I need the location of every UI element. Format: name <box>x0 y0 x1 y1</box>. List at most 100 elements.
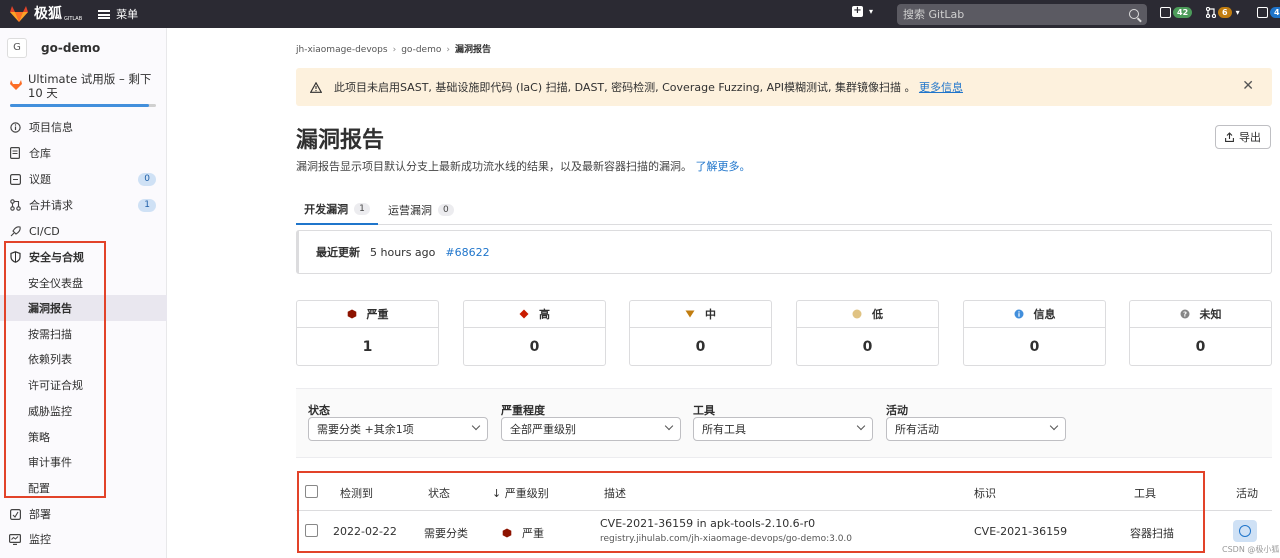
export-button[interactable]: 导出 <box>1215 125 1271 149</box>
project-header[interactable]: G go-demo <box>0 28 166 68</box>
issues-count-badge: 0 <box>138 172 156 186</box>
status-dropdown[interactable]: 需要分类 +其余1项 <box>308 417 488 441</box>
severity-dropdown[interactable]: 全部严重级别 <box>501 417 681 441</box>
severity-card-high: 高 0 <box>463 300 606 366</box>
highlight-box-security <box>4 241 106 498</box>
dropdown-value: 所有活动 <box>895 423 939 436</box>
mr-count: 6 <box>1218 7 1232 18</box>
sidebar-item-label: 议题 <box>29 173 51 186</box>
close-icon[interactable]: ✕ <box>1242 79 1254 93</box>
hamburger-icon <box>98 9 111 19</box>
activity-button[interactable] <box>1233 520 1257 542</box>
menu-label: 菜单 <box>116 8 139 21</box>
filter-activity: 活动 所有活动 <box>886 402 1066 441</box>
todos-nav[interactable]: 48 <box>1257 7 1280 18</box>
severity-card-low: 低 0 <box>796 300 939 366</box>
sidebar-item-deployments[interactable]: 部署 <box>0 501 167 527</box>
top-navbar: 极狐 GITLAB 菜单 + ▾ 42 6 ▾ 48 <box>0 0 1280 28</box>
search-input[interactable] <box>903 8 1113 21</box>
brand-name: 极狐 <box>34 6 62 22</box>
gitlab-logo[interactable]: 极狐 GITLAB <box>10 6 82 22</box>
pipeline-link[interactable]: #68622 <box>445 246 489 259</box>
alert-text: 此项目未启用SAST, 基础设施即代码 (IaC) 扫描, DAST, 密码检测… <box>334 81 916 94</box>
sidebar-item-label: 仓库 <box>29 147 51 160</box>
filter-label: 工具 <box>693 404 715 417</box>
search-box[interactable] <box>897 4 1147 25</box>
severity-low-icon <box>852 309 862 319</box>
tab-label: 运营漏洞 <box>388 204 432 217</box>
filter-tool: 工具 所有工具 <box>693 402 873 441</box>
severity-label: 低 <box>872 308 883 321</box>
deploy-icon <box>9 508 21 520</box>
rocket-icon <box>9 225 21 237</box>
alert-message: 此项目未启用SAST, 基础设施即代码 (IaC) 扫描, DAST, 密码检测… <box>334 79 963 95</box>
chevron-down-icon: ▾ <box>869 7 874 16</box>
tab-development[interactable]: 开发漏洞 1 <box>296 195 378 225</box>
new-dropdown[interactable]: + ▾ <box>852 6 873 17</box>
severity-critical-icon <box>347 309 356 319</box>
severity-count: 0 <box>862 339 873 355</box>
export-label: 导出 <box>1239 131 1261 144</box>
severity-label: 严重 <box>366 308 389 321</box>
search-icon <box>1129 9 1139 19</box>
project-name: go-demo <box>41 41 101 55</box>
sidebar-item-project-info[interactable]: 项目信息 <box>0 114 167 140</box>
learn-more-link[interactable]: 了解更多。 <box>696 160 751 173</box>
merge-requests-nav[interactable]: 6 ▾ <box>1206 7 1240 18</box>
severity-count: 0 <box>695 339 706 355</box>
dropdown-value: 所有工具 <box>702 423 746 436</box>
sidebar-item-issues[interactable]: 议题 0 <box>0 166 167 192</box>
tool-dropdown[interactable]: 所有工具 <box>693 417 873 441</box>
severity-info-icon <box>1014 309 1023 319</box>
last-updated-time: 5 hours ago <box>370 245 436 259</box>
breadcrumb-current[interactable]: 漏洞报告 <box>455 45 491 55</box>
tab-operational[interactable]: 运营漏洞 0 <box>388 195 454 225</box>
filter-severity: 严重程度 全部严重级别 <box>501 402 681 441</box>
warning-alert: 此项目未启用SAST, 基础设施即代码 (IaC) 扫描, DAST, 密码检测… <box>296 68 1272 106</box>
severity-count: 0 <box>1029 339 1040 355</box>
monitor-icon <box>9 533 21 545</box>
merge-icon <box>9 199 21 211</box>
filter-bar: 状态 需要分类 +其余1项 严重程度 全部严重级别 工具 所有工具 活动 所有活… <box>296 388 1272 458</box>
watermark: CSDN @极小狐 <box>1222 545 1280 554</box>
breadcrumb-project[interactable]: go-demo <box>401 45 441 55</box>
description-text: 漏洞报告显示项目默认分支上最新成功流水线的结果，以及最新容器扫描的漏洞。 <box>296 160 692 173</box>
sidebar-item-monitor[interactable]: 监控 <box>0 526 167 552</box>
menu-button[interactable]: 菜单 <box>98 6 138 22</box>
page-title: 漏洞报告 <box>296 128 385 153</box>
issues-icon <box>1160 7 1171 18</box>
export-icon <box>1225 132 1234 142</box>
tab-label: 开发漏洞 <box>304 203 349 216</box>
last-updated-panel: 最近更新 5 hours ago #68622 <box>296 230 1272 274</box>
sidebar-item-repository[interactable]: 仓库 <box>0 140 167 166</box>
plus-icon: + <box>852 5 863 17</box>
breadcrumb-group[interactable]: jh-xiaomage-devops <box>296 45 388 55</box>
severity-label: 高 <box>539 308 550 321</box>
alert-more-info-link[interactable]: 更多信息 <box>919 81 963 94</box>
issues-icon <box>9 173 21 185</box>
dropdown-value: 需要分类 +其余1项 <box>317 423 414 436</box>
severity-count: 1 <box>362 339 373 355</box>
filter-label: 严重程度 <box>501 404 545 417</box>
trial-status[interactable]: Ultimate 试用版 – 剩下 10 天 <box>0 68 167 112</box>
severity-unknown-icon: ? <box>1180 309 1189 319</box>
chevron-down-icon <box>471 421 481 431</box>
dropdown-value: 全部严重级别 <box>510 423 576 436</box>
sidebar-item-merge-requests[interactable]: 合并请求 1 <box>0 192 167 218</box>
activity-dropdown[interactable]: 所有活动 <box>886 417 1066 441</box>
todo-icon <box>1257 7 1268 18</box>
breadcrumb: jh-xiaomage-devops › go-demo › 漏洞报告 <box>296 42 491 55</box>
warning-icon <box>310 81 322 93</box>
chevron-right-icon: › <box>446 45 450 55</box>
chevron-down-icon <box>856 421 866 431</box>
sidebar-item-label: 合并请求 <box>29 199 73 212</box>
svg-text:?: ? <box>1182 311 1186 319</box>
tab-count: 0 <box>438 204 454 216</box>
chevron-down-icon <box>1049 421 1059 431</box>
filter-label: 活动 <box>886 404 908 417</box>
fox-logo-icon <box>10 6 28 22</box>
issues-nav[interactable]: 42 <box>1160 7 1193 18</box>
severity-card-unknown: ? 未知 0 <box>1129 300 1272 366</box>
mr-count-badge: 1 <box>138 198 156 212</box>
severity-high-icon <box>519 309 529 319</box>
